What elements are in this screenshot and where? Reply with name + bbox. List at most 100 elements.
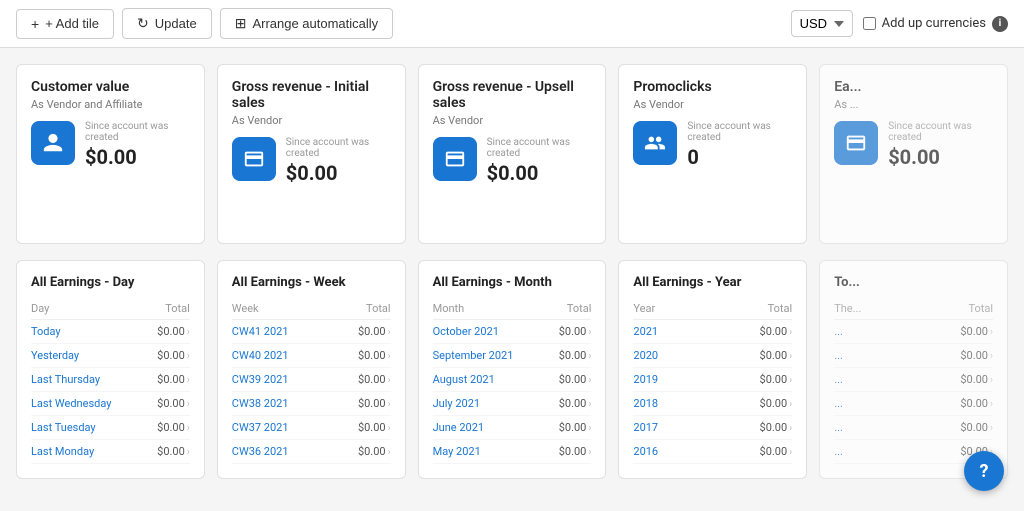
table-row: CW41 2021 $0.00› — [232, 320, 391, 344]
table-row: May 2021 $0.00› — [433, 440, 592, 464]
add-tile-button[interactable]: + + Add tile — [16, 9, 114, 39]
row-value-3-5: $0.00› — [702, 440, 792, 464]
row-label-4-5[interactable]: ... — [834, 440, 906, 464]
row-label-3-4[interactable]: 2017 — [633, 416, 701, 440]
row-label-1-2[interactable]: CW39 2021 — [232, 368, 333, 392]
table-row: 2019 $0.00› — [633, 368, 792, 392]
earnings-table-2: All Earnings - Month Month Total October… — [418, 260, 607, 479]
row-label-3-5[interactable]: 2016 — [633, 440, 701, 464]
card-subtitle-2: As Vendor — [433, 114, 592, 127]
row-value-1-0: $0.00› — [333, 320, 391, 344]
row-value-2-1: $0.00› — [546, 344, 592, 368]
row-value-4-2: $0.00› — [906, 368, 993, 392]
row-value-4-3: $0.00› — [906, 392, 993, 416]
table-row: September 2021 $0.00› — [433, 344, 592, 368]
table-row: CW39 2021 $0.00› — [232, 368, 391, 392]
row-value-1-5: $0.00› — [333, 440, 391, 464]
currency-select[interactable]: USD EUR GBP — [791, 10, 853, 37]
card-since-2: Since account was created — [487, 137, 592, 159]
row-label-1-5[interactable]: CW36 2021 — [232, 440, 333, 464]
card-body-2: Since account was created $0.00 — [433, 137, 592, 185]
card-icon-4 — [834, 121, 878, 165]
data-table-0: Day Total Today $0.00› Yesterday — [31, 300, 190, 464]
col-header-2-3: Total — [702, 300, 792, 320]
row-label-4-3[interactable]: ... — [834, 392, 906, 416]
row-value-2-4: $0.00› — [546, 416, 592, 440]
row-label-4-1[interactable]: ... — [834, 344, 906, 368]
card-title-4: Ea... — [834, 79, 993, 95]
card-body-1: Since account was created $0.00 — [232, 137, 391, 185]
table-row: 2020 $0.00› — [633, 344, 792, 368]
row-value-0-1: $0.00› — [144, 344, 190, 368]
table-row: CW37 2021 $0.00› — [232, 416, 391, 440]
card-value-area-2: Since account was created $0.00 — [487, 137, 592, 185]
refresh-icon: ↻ — [137, 15, 149, 32]
row-label-2-4[interactable]: June 2021 — [433, 416, 546, 440]
row-label-0-3[interactable]: Last Wednesday — [31, 392, 144, 416]
row-value-1-2: $0.00› — [333, 368, 391, 392]
row-label-3-3[interactable]: 2018 — [633, 392, 701, 416]
row-label-1-4[interactable]: CW37 2021 — [232, 416, 333, 440]
row-value-4-4: $0.00› — [906, 416, 993, 440]
row-label-2-5[interactable]: May 2021 — [433, 440, 546, 464]
add-up-currencies-label[interactable]: Add up currencies i — [863, 16, 1008, 32]
table-row: Yesterday $0.00› — [31, 344, 190, 368]
arrange-button[interactable]: ⊞ Arrange automatically — [220, 8, 393, 39]
arrange-label: Arrange automatically — [252, 16, 378, 31]
add-up-currencies-checkbox[interactable] — [863, 17, 876, 30]
row-label-4-0[interactable]: ... — [834, 320, 906, 344]
data-table-2: Month Total October 2021 $0.00› Septembe… — [433, 300, 592, 464]
table-title-2: All Earnings - Month — [433, 275, 592, 290]
row-label-0-1[interactable]: Yesterday — [31, 344, 144, 368]
row-label-3-2[interactable]: 2019 — [633, 368, 701, 392]
row-label-0-2[interactable]: Last Thursday — [31, 368, 144, 392]
card-icon-2 — [433, 137, 477, 181]
row-label-2-0[interactable]: October 2021 — [433, 320, 546, 344]
row-value-3-4: $0.00› — [702, 416, 792, 440]
row-label-4-4[interactable]: ... — [834, 416, 906, 440]
plus-icon: + — [31, 16, 39, 32]
main-content: Customer value As Vendor and Affiliate S… — [0, 48, 1024, 495]
card-title-2: Gross revenue - Upsell sales — [433, 79, 592, 111]
table-title-3: All Earnings - Year — [633, 275, 792, 290]
card-title-3: Promoclicks — [633, 79, 792, 95]
row-value-0-5: $0.00› — [144, 440, 190, 464]
table-row: 2016 $0.00› — [633, 440, 792, 464]
card-body-4: Since account was created $0.00 — [834, 121, 993, 169]
card-subtitle-4: As ... — [834, 98, 993, 111]
row-label-4-2[interactable]: ... — [834, 368, 906, 392]
add-tile-label: + Add tile — [45, 16, 99, 31]
card-title-1: Gross revenue - Initial sales — [232, 79, 391, 111]
col-header-2-4: Total — [906, 300, 993, 320]
help-button[interactable]: ? — [964, 451, 1004, 491]
card-value-area-0: Since account was created $0.00 — [85, 121, 190, 169]
card-value-2: $0.00 — [487, 161, 592, 185]
info-icon[interactable]: i — [992, 16, 1008, 32]
row-label-0-0[interactable]: Today — [31, 320, 144, 344]
earnings-table-0: All Earnings - Day Day Total Today $0.00… — [16, 260, 205, 479]
update-label: Update — [155, 16, 197, 31]
row-label-2-2[interactable]: August 2021 — [433, 368, 546, 392]
toolbar-right: USD EUR GBP Add up currencies i — [791, 10, 1008, 37]
row-label-0-4[interactable]: Last Tuesday — [31, 416, 144, 440]
table-row: August 2021 $0.00› — [433, 368, 592, 392]
table-row: ... $0.00› — [834, 392, 993, 416]
row-label-0-5[interactable]: Last Monday — [31, 440, 144, 464]
row-value-4-1: $0.00› — [906, 344, 993, 368]
card-value-area-3: Since account was created 0 — [687, 121, 792, 169]
table-row: ... $0.00› — [834, 320, 993, 344]
update-button[interactable]: ↻ Update — [122, 8, 212, 39]
col-header-1-2: Month — [433, 300, 546, 320]
card-icon-3 — [633, 121, 677, 165]
row-label-3-1[interactable]: 2020 — [633, 344, 701, 368]
add-up-currencies-text: Add up currencies — [882, 16, 986, 31]
table-row: 2017 $0.00› — [633, 416, 792, 440]
row-label-1-1[interactable]: CW40 2021 — [232, 344, 333, 368]
row-label-2-1[interactable]: September 2021 — [433, 344, 546, 368]
data-table-1: Week Total CW41 2021 $0.00› CW40 2021 — [232, 300, 391, 464]
row-label-1-0[interactable]: CW41 2021 — [232, 320, 333, 344]
row-label-1-3[interactable]: CW38 2021 — [232, 392, 333, 416]
row-label-3-0[interactable]: 2021 — [633, 320, 701, 344]
earnings-tables-row: All Earnings - Day Day Total Today $0.00… — [16, 260, 1008, 479]
row-label-2-3[interactable]: July 2021 — [433, 392, 546, 416]
